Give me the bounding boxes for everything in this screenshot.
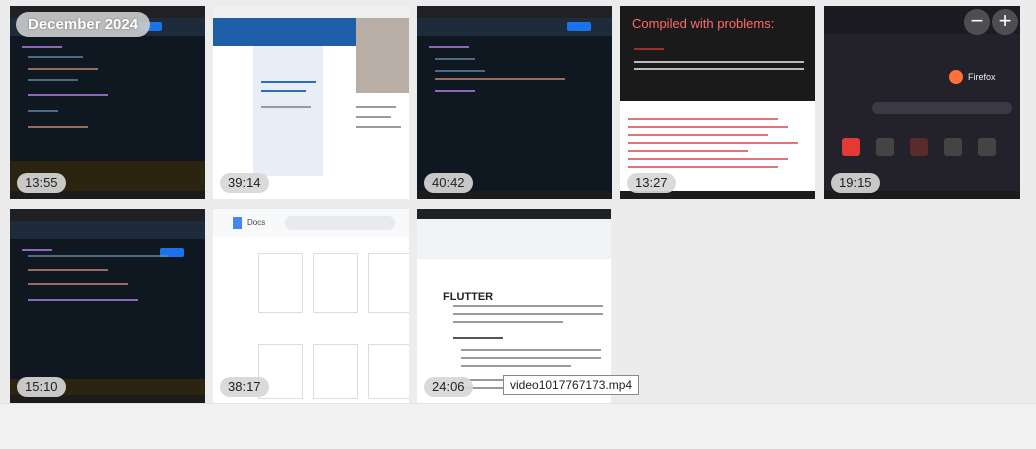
code-line [22, 249, 52, 251]
video-duration: 15:10 [17, 377, 66, 397]
text-line [461, 357, 601, 359]
browser-toolbar [417, 209, 611, 219]
video-duration: 39:14 [220, 173, 269, 193]
doc-preview [313, 253, 358, 313]
docs-title: Docs [247, 218, 266, 227]
console-line [628, 118, 778, 120]
shortcut-icon [842, 138, 860, 156]
doc-preview [313, 344, 358, 399]
video-thumbnail-4[interactable]: Compiled with problems: 13:27 [620, 6, 815, 199]
code-line [28, 255, 168, 257]
video-thumbnail-5[interactable]: Firefox 19:15 [824, 6, 1020, 199]
code-line [435, 90, 475, 92]
error-line [634, 61, 804, 63]
video-thumbnail-7[interactable]: Docs 38:17 [213, 209, 409, 403]
video-duration: 38:17 [220, 377, 269, 397]
video-gallery: 13:55 39:14 40:42 Compiled with problems… [0, 0, 1036, 449]
video-duration: 19:15 [831, 173, 880, 193]
code-line [28, 299, 138, 301]
code-line [28, 68, 98, 70]
zoom-out-button[interactable]: − [964, 9, 990, 35]
text-line [261, 106, 311, 108]
error-title: Compiled with problems: [632, 16, 775, 31]
text-line [453, 305, 603, 307]
text-line [356, 116, 391, 118]
console-line [628, 158, 788, 160]
video-duration: 24:06 [424, 377, 473, 397]
dartpad-bar [10, 221, 205, 239]
firefox-wordmark: Firefox [968, 72, 996, 82]
search-bar [872, 102, 1012, 114]
code-line [28, 56, 83, 58]
text-line [453, 337, 503, 339]
video-duration: 40:42 [424, 173, 473, 193]
code-line [435, 78, 565, 80]
gallery-footer-area [0, 403, 1036, 449]
console-line [628, 126, 788, 128]
text-line [453, 313, 603, 315]
firefox-logo-icon [949, 70, 963, 84]
video-duration: 13:27 [627, 173, 676, 193]
text-line [356, 106, 396, 108]
docs-logo-icon [233, 217, 242, 229]
shortcut-icon [876, 138, 894, 156]
code-line [28, 110, 58, 112]
video-thumbnail-3[interactable]: 40:42 [417, 6, 612, 199]
code-line [28, 126, 88, 128]
run-button [567, 22, 591, 31]
console-line [628, 134, 768, 136]
doc-preview [368, 344, 409, 399]
zoom-in-button[interactable]: + [992, 9, 1018, 35]
search-bar [285, 216, 395, 230]
text-line [356, 126, 401, 128]
video-thumbnail-6[interactable]: 15:10 [10, 209, 205, 403]
code-line [435, 58, 475, 60]
console-line [628, 150, 748, 152]
video-duration: 13:55 [17, 173, 66, 193]
filename-tooltip: video1017767173.mp4 [503, 375, 640, 395]
video-thumbnail-8[interactable]: FLUTTER 24:06 [417, 209, 611, 403]
browser-toolbar [417, 6, 612, 18]
code-line [435, 70, 485, 72]
photo-panel [356, 18, 409, 93]
shortcut-icon [944, 138, 962, 156]
email-card [253, 46, 323, 176]
text-line [461, 349, 601, 351]
code-line [28, 283, 128, 285]
doc-heading: FLUTTER [443, 291, 494, 303]
browser-toolbar [10, 209, 205, 221]
code-line [429, 46, 469, 48]
text-line [261, 90, 306, 92]
doc-preview [368, 253, 409, 313]
video-thumbnail-2[interactable]: 39:14 [213, 6, 409, 199]
code-line [28, 79, 78, 81]
console-line [628, 142, 798, 144]
text-line [453, 321, 563, 323]
console-line [628, 166, 778, 168]
browser-toolbar [824, 6, 1020, 34]
browser-toolbar [213, 6, 409, 18]
doc-preview [258, 253, 303, 313]
text-line [461, 365, 571, 367]
docs-toolbar [417, 219, 611, 259]
code-line [28, 269, 108, 271]
code-line [28, 94, 108, 96]
shortcut-icon [910, 138, 928, 156]
date-header: December 2024 [16, 12, 151, 37]
shortcut-icon [978, 138, 996, 156]
error-line [634, 68, 804, 70]
code-line [22, 46, 62, 48]
text-line [261, 81, 316, 83]
error-line [634, 48, 664, 50]
